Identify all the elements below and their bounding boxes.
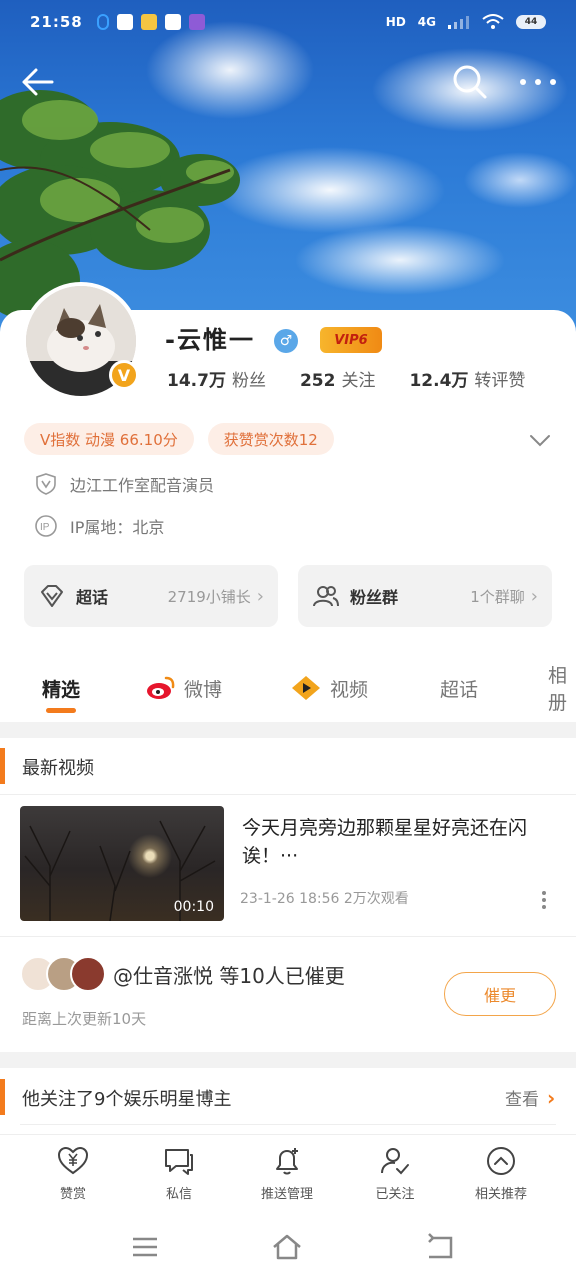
video-title[interactable]: 今天月亮旁边那颗星星好亮还在闪诶！···	[242, 814, 552, 870]
chevron-right-icon: ›	[256, 585, 264, 607]
latest-videos-title: 最新视频	[22, 758, 94, 779]
chevron-right-icon: ›	[547, 1085, 556, 1110]
menu-icon[interactable]	[130, 1232, 160, 1262]
verified-badge: V	[109, 360, 139, 390]
status-indicators: HD 4G 44	[386, 14, 546, 30]
urge-update-button[interactable]: 催更	[444, 972, 556, 1016]
followed-button[interactable]: 已关注	[350, 1145, 440, 1202]
more-vertical-icon[interactable]	[536, 888, 552, 912]
system-nav-bar	[0, 1214, 576, 1280]
user-check-icon	[381, 1148, 409, 1175]
ip-row: IP IP属地：北京	[34, 514, 164, 538]
group-icon	[313, 586, 339, 607]
video-meta: 23-1-26 18:56 2万次观看	[240, 891, 409, 907]
fan-group-pill[interactable]: 粉丝群 1个群聊 ›	[298, 565, 552, 627]
message-button[interactable]: 私信	[134, 1145, 224, 1202]
tab-album[interactable]: 相册	[548, 661, 576, 715]
profile-name: -云惟一	[165, 326, 255, 354]
tab-featured[interactable]: 精选	[42, 675, 80, 702]
tips-count-tag[interactable]: 获赞赏次数12	[207, 423, 334, 455]
home-icon[interactable]	[272, 1232, 302, 1262]
occupation-text: 边江工作室配音演员	[70, 476, 215, 495]
more-icon[interactable]	[515, 62, 561, 102]
back-icon[interactable]	[425, 1232, 455, 1262]
heart-yen-icon	[57, 1146, 89, 1175]
section-accent-bar	[0, 1079, 5, 1115]
chevron-right-icon: ›	[530, 585, 538, 607]
view-all-link[interactable]: 查看 ›	[505, 1085, 556, 1111]
weibo-notification-icon	[140, 14, 157, 30]
active-tab-indicator	[46, 708, 76, 713]
stat-followers[interactable]: 14.7万 粉丝	[167, 366, 266, 391]
stat-interactions[interactable]: 12.4万 转评赞	[409, 366, 525, 391]
tab-weibo[interactable]: 微博	[146, 675, 222, 702]
section-separator	[0, 722, 576, 738]
bottom-action-bar: 赞赏 私信 推送管理 已关注 相关推荐	[0, 1134, 576, 1214]
video-play-icon	[292, 676, 320, 700]
v-index-tag[interactable]: V指数 动漫 66.10分	[24, 423, 194, 455]
app-notification-icon	[116, 14, 133, 30]
chevron-up-circle-icon	[487, 1147, 515, 1175]
occupation-row: 边江工作室配音演员	[34, 472, 214, 496]
signal-icon	[448, 16, 469, 29]
video-duration: 00:10	[173, 899, 214, 915]
avatar	[70, 956, 106, 992]
tab-super-topic[interactable]: 超话	[440, 675, 478, 702]
urge-summary: @仕音涨悦 等10人已催更	[113, 964, 345, 988]
related-recommend-button[interactable]: 相关推荐	[456, 1145, 546, 1202]
status-app-icons	[96, 14, 205, 30]
video-thumbnail[interactable]: 00:10	[20, 806, 224, 921]
status-bar: 21:58 HD 4G 44	[0, 0, 576, 44]
ip-icon: IP	[35, 515, 57, 537]
battery-indicator: 44	[516, 15, 546, 29]
profile-tags: V指数 动漫 66.10分 获赞赏次数12	[24, 423, 334, 455]
urge-last-update: 距离上次更新10天	[22, 1010, 147, 1028]
divider	[0, 794, 576, 795]
hd-indicator: HD	[385, 15, 406, 29]
search-icon[interactable]	[450, 62, 490, 102]
shield-v-icon	[36, 473, 56, 495]
profile-stats: 14.7万 粉丝 252 关注 12.4万 转评赞	[167, 366, 525, 391]
top-nav	[0, 58, 576, 104]
divider	[0, 936, 576, 937]
bell-plus-icon	[276, 1148, 298, 1175]
vip-badge[interactable]: VIP6	[320, 327, 382, 353]
urger-avatars	[20, 956, 106, 992]
super-topic-pill[interactable]: 超话 2719小铺长 ›	[24, 565, 278, 627]
app-notification-icon	[188, 14, 205, 30]
profile-tabs: 精选 微博 视频 超话 相册	[0, 660, 576, 716]
status-time: 21:58	[30, 13, 83, 31]
stat-following[interactable]: 252 关注	[300, 366, 376, 391]
ip-location-text: IP属地：北京	[70, 518, 165, 537]
gender-male-icon: ♂	[274, 329, 298, 353]
section-separator	[0, 1052, 576, 1068]
weibo-logo-icon	[147, 676, 175, 699]
push-settings-button[interactable]: 推送管理	[242, 1145, 332, 1202]
tab-video[interactable]: 视频	[290, 675, 368, 702]
divider	[20, 1124, 556, 1125]
profile-screen: 21:58 HD 4G 44 V -云惟一 ♂ VIP6 14.7万 粉丝 25…	[0, 0, 576, 1280]
chevron-down-icon[interactable]	[526, 428, 554, 452]
chat-icon	[165, 1149, 193, 1175]
svg-text:IP: IP	[40, 522, 50, 533]
tip-button[interactable]: 赞赏	[28, 1145, 118, 1202]
back-arrow-icon[interactable]	[18, 62, 58, 102]
network-indicator: 4G	[417, 15, 436, 29]
section-accent-bar	[0, 748, 5, 784]
app-notification-icon	[96, 14, 109, 30]
wifi-icon	[482, 14, 504, 29]
diamond-icon	[41, 585, 63, 607]
follows-summary: 他关注了9个娱乐明星博主	[22, 1089, 232, 1110]
app-notification-icon	[164, 14, 181, 30]
